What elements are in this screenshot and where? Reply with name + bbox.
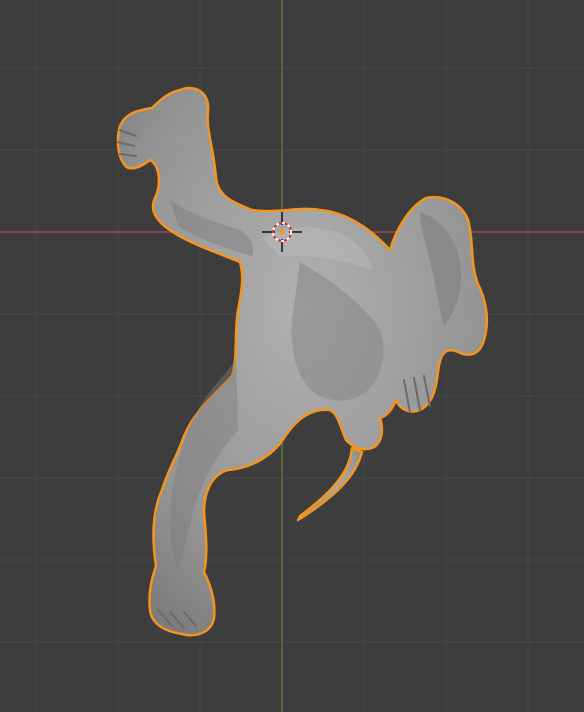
creature-mesh[interactable] (116, 86, 489, 637)
3d-viewport[interactable] (0, 0, 584, 712)
viewport-canvas[interactable] (0, 0, 584, 712)
mesh-tail (296, 446, 364, 522)
